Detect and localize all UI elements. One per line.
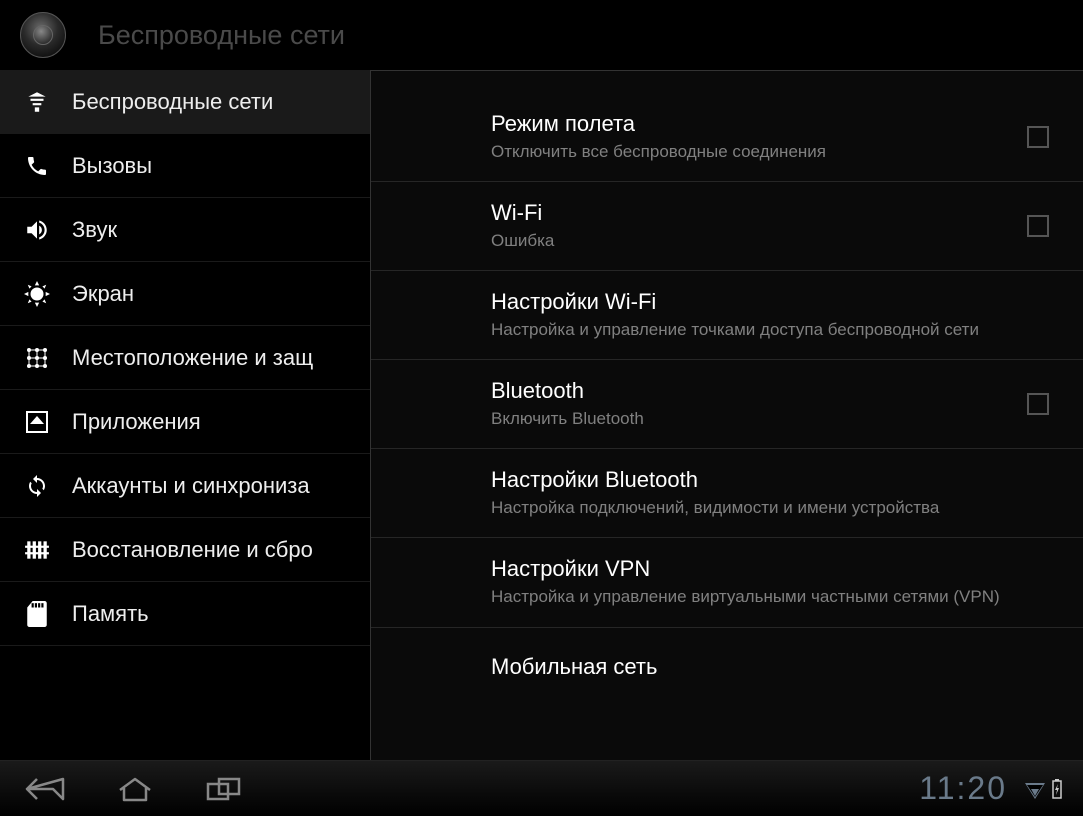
system-navbar: 11:20 (0, 760, 1083, 816)
setting-title: Настройки Bluetooth (491, 467, 1053, 493)
sidebar-item-location[interactable]: Местоположение и защ (0, 326, 370, 390)
setting-title: Настройки Wi-Fi (491, 289, 1053, 315)
setting-title: Wi-Fi (491, 200, 1027, 226)
setting-title: Мобильная сеть (491, 654, 1053, 680)
setting-title: Режим полета (491, 111, 1027, 137)
status-icons[interactable] (1025, 779, 1063, 799)
speaker-icon (22, 215, 52, 245)
main-content: Беспроводные сети Вызовы Звук Экран Мест (0, 70, 1083, 760)
sidebar-label: Местоположение и защ (72, 345, 313, 371)
header-title: Беспроводные сети (98, 20, 345, 51)
brightness-icon (22, 279, 52, 309)
setting-mobile-network[interactable]: Мобильная сеть (371, 628, 1083, 710)
setting-title: Настройки VPN (491, 556, 1053, 582)
setting-wifi-settings[interactable]: Настройки Wi-Fi Настройка и управление т… (371, 271, 1083, 360)
setting-airplane-mode[interactable]: Режим полета Отключить все беспроводные … (371, 71, 1083, 182)
setting-title: Bluetooth (491, 378, 1027, 404)
wifi-status-icon (1025, 779, 1045, 799)
sidebar-label: Аккаунты и синхрониза (72, 473, 310, 499)
sidebar-label: Вызовы (72, 153, 152, 179)
settings-app-icon[interactable] (20, 12, 66, 58)
setting-vpn-settings[interactable]: Настройки VPN Настройка и управление вир… (371, 538, 1083, 627)
header: Беспроводные сети (0, 0, 1083, 70)
back-button[interactable] (20, 774, 70, 804)
battery-charging-icon (1051, 779, 1063, 799)
sync-icon (22, 471, 52, 501)
setting-bluetooth-settings[interactable]: Настройки Bluetooth Настройка подключени… (371, 449, 1083, 538)
sidebar-label: Восстановление и сбро (72, 537, 313, 563)
sidebar-item-privacy[interactable]: Восстановление и сбро (0, 518, 370, 582)
wifi-checkbox[interactable] (1027, 215, 1049, 237)
sidebar-label: Звук (72, 217, 117, 243)
sidebar-label: Память (72, 601, 149, 627)
clock[interactable]: 11:20 (919, 770, 1007, 807)
sidebar-item-storage[interactable]: Память (0, 582, 370, 646)
phone-icon (22, 151, 52, 181)
setting-subtitle: Включить Bluetooth (491, 408, 1027, 430)
setting-bluetooth[interactable]: Bluetooth Включить Bluetooth (371, 360, 1083, 449)
privacy-fence-icon (22, 535, 52, 565)
settings-sidebar: Беспроводные сети Вызовы Звук Экран Мест (0, 70, 370, 760)
sidebar-label: Приложения (72, 409, 201, 435)
setting-subtitle: Ошибка (491, 230, 1027, 252)
setting-subtitle: Отключить все беспроводные соединения (491, 141, 1027, 163)
setting-subtitle: Настройка подключений, видимости и имени… (491, 497, 1053, 519)
sd-card-icon (22, 599, 52, 629)
sidebar-item-sound[interactable]: Звук (0, 198, 370, 262)
recent-apps-button[interactable] (200, 774, 250, 804)
location-grid-icon (22, 343, 52, 373)
sidebar-item-accounts[interactable]: Аккаунты и синхрониза (0, 454, 370, 518)
sidebar-item-calls[interactable]: Вызовы (0, 134, 370, 198)
sidebar-item-display[interactable]: Экран (0, 262, 370, 326)
airplane-mode-checkbox[interactable] (1027, 126, 1049, 148)
sidebar-label: Беспроводные сети (72, 89, 273, 115)
setting-subtitle: Настройка и управление точками доступа б… (491, 319, 1053, 341)
apps-icon (22, 407, 52, 437)
sidebar-item-apps[interactable]: Приложения (0, 390, 370, 454)
wireless-icon (22, 87, 52, 117)
bluetooth-checkbox[interactable] (1027, 393, 1049, 415)
setting-wifi[interactable]: Wi-Fi Ошибка (371, 182, 1083, 271)
sidebar-item-wireless[interactable]: Беспроводные сети (0, 70, 370, 134)
setting-subtitle: Настройка и управление виртуальными част… (491, 586, 1053, 608)
settings-detail-panel: Режим полета Отключить все беспроводные … (370, 70, 1083, 760)
sidebar-label: Экран (72, 281, 134, 307)
home-button[interactable] (110, 774, 160, 804)
